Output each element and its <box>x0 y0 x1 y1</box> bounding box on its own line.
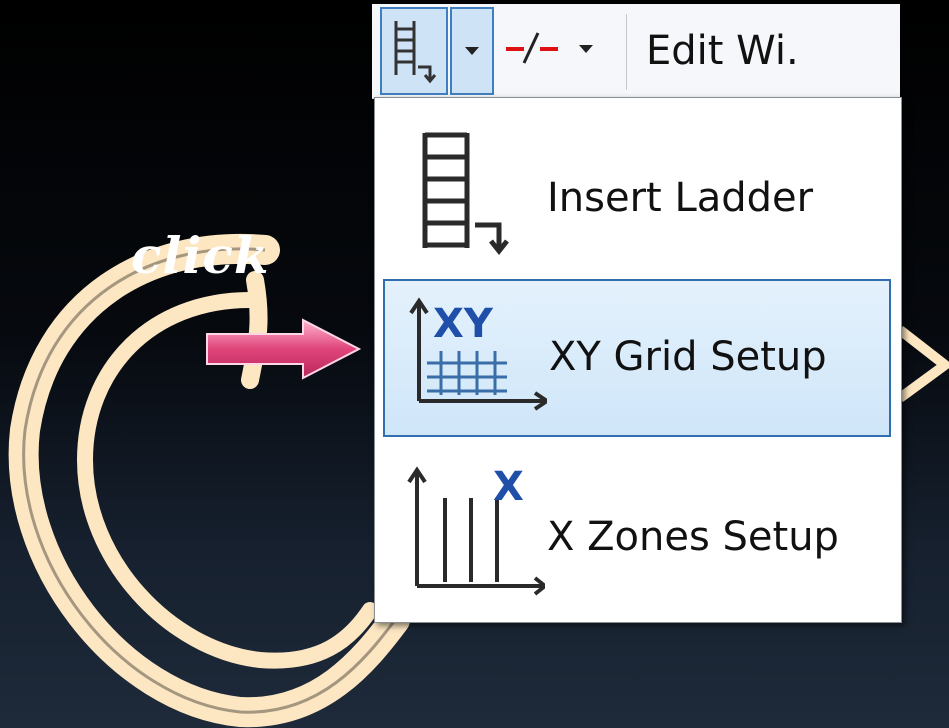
insert-ladder-dropdown-menu: Insert Ladder XY XY Grid Setup X X Zones… <box>374 97 902 623</box>
menu-item-label: X Zones Setup <box>547 514 839 560</box>
svg-text:X: X <box>493 464 524 510</box>
edit-wire-button[interactable]: Edit Wi. <box>634 7 900 95</box>
pointer-arrow-icon <box>206 318 362 380</box>
chevron-down-icon <box>465 47 479 55</box>
wire-break-icon <box>506 32 558 64</box>
svg-text:XY: XY <box>433 301 494 347</box>
wire-break-button[interactable] <box>502 7 562 95</box>
toolbar-separator <box>626 14 627 90</box>
click-annotation-label: click <box>131 226 270 285</box>
menu-item-xy-grid-setup[interactable]: XY XY Grid Setup <box>383 279 891 437</box>
xy-grid-icon: XY <box>409 297 547 411</box>
ladder-icon <box>394 21 437 84</box>
menu-item-label: XY Grid Setup <box>549 334 827 380</box>
menu-item-x-zones-setup[interactable]: X X Zones Setup <box>383 448 891 608</box>
ribbon-toolbar: Edit Wi. <box>372 4 900 99</box>
chevron-down-icon <box>579 45 593 53</box>
insert-ladder-dropdown-button[interactable] <box>450 7 494 95</box>
x-zones-icon: X <box>407 464 545 596</box>
wire-break-dropdown-button[interactable] <box>568 7 604 95</box>
menu-item-label: Insert Ladder <box>547 175 814 221</box>
insert-ladder-split-button[interactable] <box>380 7 448 95</box>
menu-item-insert-ladder[interactable]: Insert Ladder <box>383 113 891 273</box>
ladder-icon <box>422 132 509 256</box>
